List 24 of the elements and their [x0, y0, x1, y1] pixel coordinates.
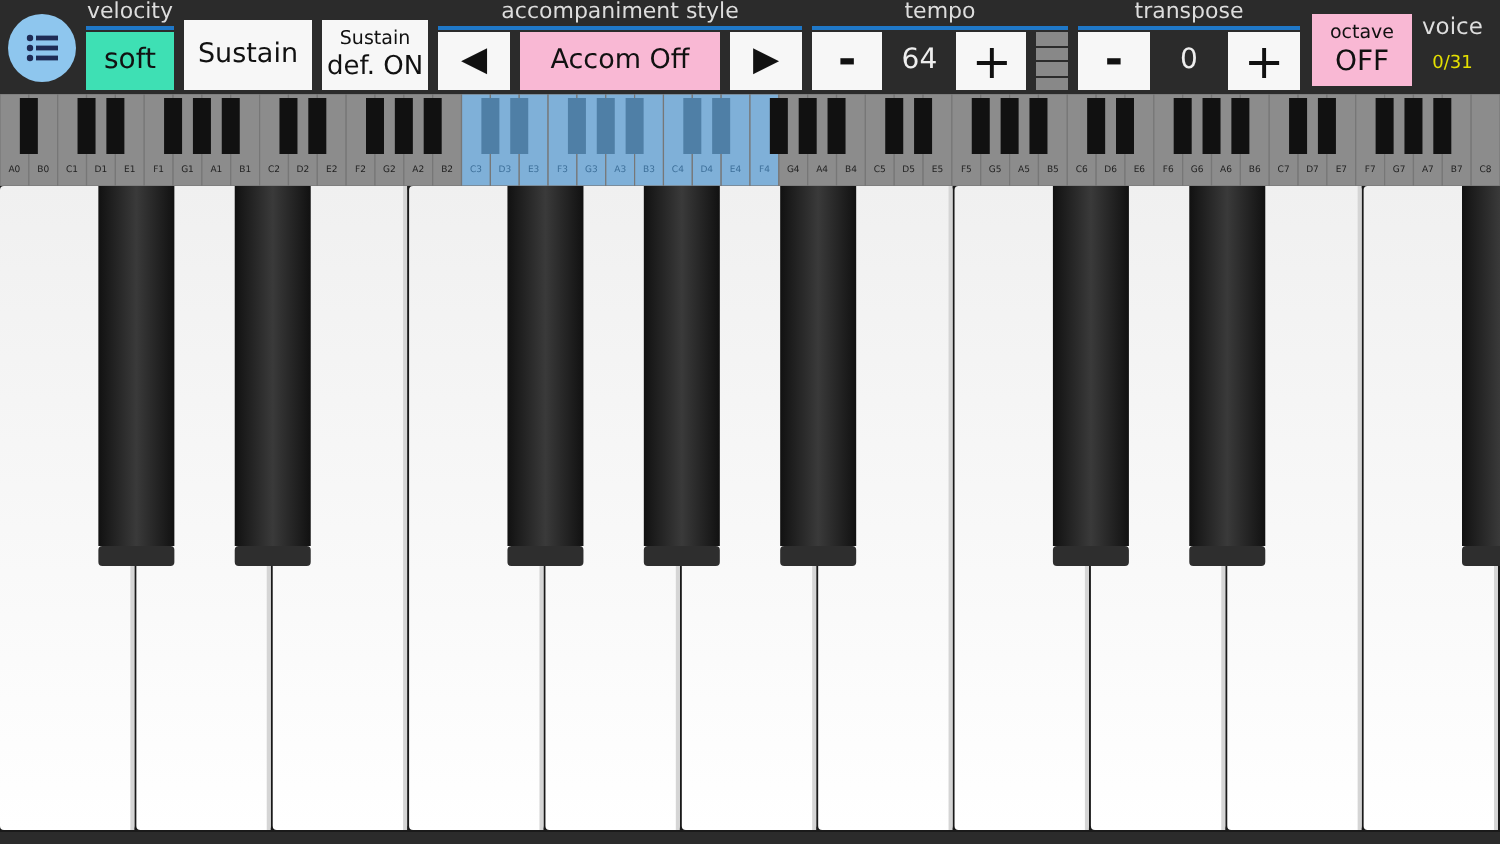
tempo-minus-button[interactable]: -	[812, 32, 883, 90]
transpose-plus-button[interactable]: +	[1228, 32, 1300, 90]
tempo-value: 64	[899, 42, 940, 80]
tempo-plus-button[interactable]: +	[956, 32, 1027, 90]
sustain-default-button[interactable]: Sustain def. ON	[322, 20, 428, 90]
octave-label: octave	[1329, 23, 1395, 43]
accompaniment-style-button[interactable]: Accom Off	[520, 32, 720, 90]
list-icon	[26, 34, 58, 62]
octave-value: OFF	[1334, 48, 1390, 77]
tempo-meter-icon	[1036, 32, 1068, 90]
transpose-minus-button[interactable]: -	[1078, 32, 1150, 90]
velocity-button[interactable]: soft	[86, 32, 174, 90]
voice-label: voice	[1422, 12, 1483, 40]
octave-button[interactable]: octave OFF	[1312, 14, 1412, 86]
sustain-button[interactable]: Sustain	[184, 20, 312, 90]
menu-button[interactable]	[8, 14, 76, 82]
piano-keyboard-drawing[interactable]	[0, 186, 1500, 832]
mini-keyboard-drawing[interactable]	[0, 94, 1500, 186]
voice-count: 0/31	[1432, 52, 1473, 78]
next-style-button[interactable]: ▶	[730, 32, 802, 90]
sustain-default-value: def. ON	[326, 53, 424, 80]
transpose-value: 0	[1178, 42, 1200, 80]
previous-style-button[interactable]: ◀	[438, 32, 510, 90]
sustain-label: Sustain	[339, 30, 411, 50]
